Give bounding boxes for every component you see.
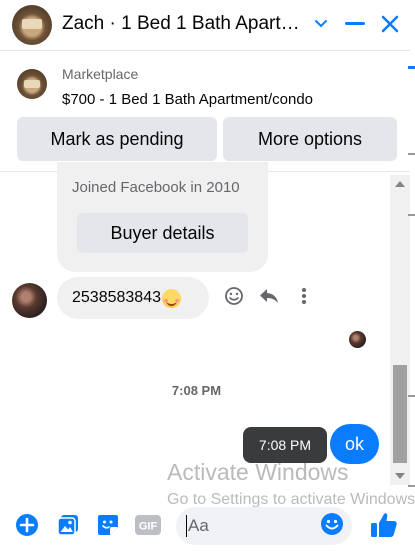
react-icon[interactable] [223, 285, 245, 307]
received-message-bubble[interactable]: 2538583843 [57, 277, 209, 319]
close-icon[interactable] [376, 10, 404, 38]
chevron-down-icon[interactable] [308, 10, 334, 38]
chat-window: Zach · 1 Bed 1 Bath Apartm… Marketplace … [0, 0, 415, 560]
smiling-face-emoji-icon [161, 288, 181, 308]
thumbs-up-icon[interactable] [369, 510, 399, 540]
contact-avatar[interactable] [12, 5, 52, 45]
emoji-icon[interactable] [320, 512, 344, 536]
reply-icon[interactable] [258, 285, 280, 307]
listing-title[interactable]: $700 - 1 Bed 1 Bath Apartment/condo [62, 91, 313, 108]
photo-icon[interactable] [55, 512, 81, 538]
listing-thumbnail[interactable] [17, 69, 47, 99]
received-message-text: 2538583843 [72, 289, 161, 306]
minimize-icon[interactable] [341, 10, 369, 38]
marketplace-label: Marketplace [62, 66, 139, 82]
more-options-button[interactable]: More options [223, 117, 397, 161]
scrollbar-thumb[interactable] [393, 365, 407, 463]
gif-label: GIF [139, 521, 158, 533]
more-actions-icon[interactable] [293, 285, 315, 307]
marketplace-panel: Marketplace $700 - 1 Bed 1 Bath Apartmen… [0, 50, 410, 172]
seen-indicator-avatar [349, 331, 366, 348]
text-caret [186, 515, 187, 537]
chat-title[interactable]: Zach · 1 Bed 1 Bath Apartm… [62, 13, 307, 35]
scroll-up-arrow-icon[interactable] [395, 181, 405, 187]
buyer-details-button[interactable]: Buyer details [77, 213, 248, 253]
plus-icon[interactable] [14, 512, 40, 538]
chat-header: Zach · 1 Bed 1 Bath Apartm… [0, 0, 415, 50]
joined-text: Joined Facebook in 2010 [72, 179, 240, 196]
activate-windows-title: Activate Windows [167, 459, 349, 485]
sticker-icon[interactable] [95, 512, 121, 538]
background-window-edge [406, 60, 415, 510]
scroll-down-arrow-icon[interactable] [395, 473, 405, 479]
message-timestamp: 7:08 PM [171, 383, 222, 398]
mark-as-pending-button[interactable]: Mark as pending [17, 117, 217, 161]
sent-message-bubble[interactable]: ok [330, 424, 379, 464]
time-tooltip: 7:08 PM [243, 427, 327, 463]
message-input[interactable] [188, 515, 318, 537]
sender-avatar[interactable] [12, 283, 47, 318]
gif-icon[interactable]: GIF [135, 512, 161, 538]
